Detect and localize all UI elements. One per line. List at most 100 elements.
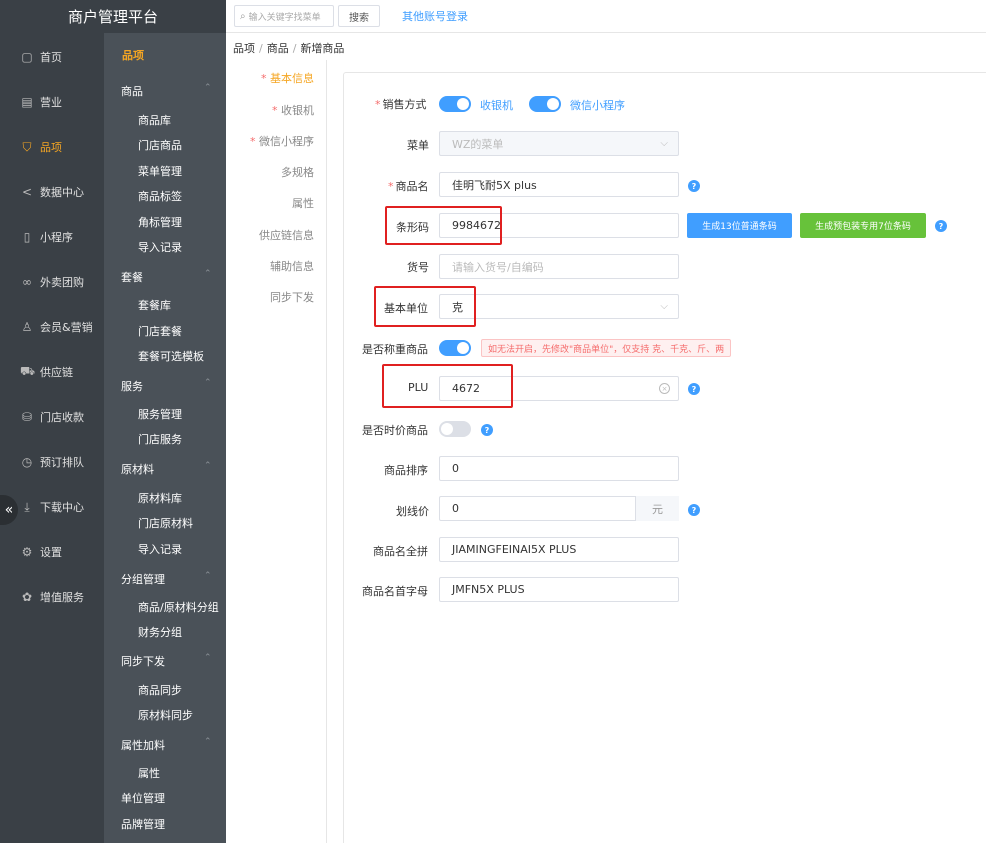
database-icon: ⛁ [21, 410, 33, 424]
strike-price-unit: 元 [635, 496, 679, 521]
menu-item-combo-library[interactable]: 套餐库 [138, 297, 171, 313]
double-chevron-left-icon: « [4, 502, 14, 518]
unit-highlight-box [374, 286, 476, 327]
tab-attributes[interactable]: 属性 [292, 195, 314, 211]
nav-item-miniprogram[interactable]: ▯ 小程序 [0, 217, 104, 257]
breadcrumb-new-goods: 新增商品 [300, 42, 345, 55]
menu-group-attributes[interactable]: 属性加料 [121, 737, 165, 753]
clock-icon: ◷ [21, 455, 33, 469]
menu-item-attributes[interactable]: 属性 [138, 765, 160, 781]
seasonal-price-switch[interactable] [439, 421, 471, 437]
menu-item-combo-template[interactable]: 套餐可选模板 [138, 348, 204, 364]
menu-item-material-import-records[interactable]: 导入记录 [138, 541, 182, 557]
menu-item-service-management[interactable]: 服务管理 [138, 406, 182, 422]
help-icon[interactable]: ? [688, 180, 700, 192]
nav-item-takeout[interactable]: ∞ 外卖团购 [0, 262, 104, 302]
pinyin-input[interactable]: JIAMINGFEINAI5X PLUS [439, 537, 679, 562]
help-icon[interactable]: ? [688, 504, 700, 516]
nav-item-home[interactable]: ▢ 首页 [0, 37, 104, 77]
chevron-up-icon: ⌃ [204, 737, 212, 747]
menu-item-store-combo[interactable]: 门店套餐 [138, 323, 182, 339]
chevron-up-icon: ⌃ [204, 269, 212, 279]
phone-icon: ▯ [23, 230, 31, 244]
goods-name-input[interactable]: 佳明飞耐5X plus [439, 172, 679, 197]
menu-item-goods-material-groups[interactable]: 商品/原材料分组 [138, 599, 219, 615]
gear-icon: ⚙ [21, 545, 33, 559]
nav-item-items[interactable]: ⛉ 品项 [0, 127, 104, 167]
nav-item-members[interactable]: ♙ 会员&营销 [0, 307, 104, 347]
menu-item-material-sync[interactable]: 原材料同步 [138, 707, 193, 723]
bike-icon: ∞ [22, 275, 32, 289]
gift-icon: ✿ [21, 590, 33, 604]
menu-item-import-records[interactable]: 导入记录 [138, 239, 182, 255]
nav-item-value-added[interactable]: ✿ 增值服务 [0, 577, 104, 617]
breadcrumb-goods[interactable]: 商品 [267, 42, 289, 55]
menu-search-placeholder: 输入关键字找菜单 [248, 12, 321, 23]
menu-item-store-goods[interactable]: 门店商品 [138, 137, 182, 153]
menu-item-unit-management[interactable]: 单位管理 [121, 790, 165, 806]
generate-13-digit-barcode-button[interactable]: 生成13位普通条码 [687, 213, 792, 238]
menu-group-service[interactable]: 服务 [121, 378, 143, 394]
file-icon: ▢ [21, 50, 33, 64]
menu-group-goods[interactable]: 商品 [121, 83, 143, 99]
menu-group-grouping[interactable]: 分组管理 [121, 571, 165, 587]
weighed-warning-tip: 如无法开启，先修改"商品单位"，仅支持 克、千克、斤、两 [481, 339, 732, 357]
user-icon: ♙ [21, 320, 33, 334]
sales-wechat-switch[interactable] [529, 96, 561, 112]
tab-basic-info[interactable]: * 基本信息 [261, 70, 314, 86]
menu-search-button[interactable]: 搜索 [338, 5, 380, 27]
tab-multi-spec[interactable]: 多规格 [281, 164, 314, 180]
chevron-up-icon: ⌃ [204, 378, 212, 388]
menu-item-goods-sync[interactable]: 商品同步 [138, 682, 182, 698]
tab-supply-chain[interactable]: 供应链信息 [259, 227, 314, 243]
tab-pos[interactable]: * 收银机 [272, 102, 314, 118]
chevron-up-icon: ⌃ [204, 461, 212, 471]
menu-item-goods-library[interactable]: 商品库 [138, 112, 171, 128]
menu-search-input[interactable]: ⌕ 输入关键字找菜单 [234, 5, 334, 27]
nav-item-reservations[interactable]: ◷ 预订排队 [0, 442, 104, 482]
initials-input[interactable]: JMFN5X PLUS [439, 577, 679, 602]
nav-item-settings[interactable]: ⚙ 设置 [0, 532, 104, 572]
menu-item-finance-groups[interactable]: 财务分组 [138, 624, 182, 640]
sku-input[interactable]: 请输入货号/自编码 [439, 254, 679, 279]
help-icon[interactable]: ? [935, 220, 947, 232]
weighed-switch[interactable] [439, 340, 471, 356]
generate-7-digit-barcode-button[interactable]: 生成预包装专用7位条码 [800, 213, 926, 238]
nav-item-supply-chain[interactable]: ⛟ 供应链 [0, 352, 104, 392]
sales-mode-label: * 销售方式 [375, 98, 427, 111]
calendar-icon: ▤ [21, 95, 33, 109]
menu-item-brand-management[interactable]: 品牌管理 [121, 816, 165, 832]
menu-group-combo[interactable]: 套餐 [121, 269, 143, 285]
tab-wechat-miniprogram[interactable]: * 微信小程序 [250, 133, 314, 149]
clear-icon: × [659, 383, 670, 394]
breadcrumb-items[interactable]: 品项 [233, 42, 255, 55]
pinyin-label: 商品名全拼 [373, 545, 428, 558]
menu-group-materials[interactable]: 原材料 [121, 461, 154, 477]
menu-item-menu-management[interactable]: 菜单管理 [138, 163, 182, 179]
menu-item-goods-tags[interactable]: 商品标签 [138, 188, 182, 204]
menu-item-badge-management[interactable]: 角标管理 [138, 214, 182, 230]
chevron-up-icon: ⌃ [204, 83, 212, 93]
brand-title: 商户管理平台 [0, 0, 226, 33]
nav-item-data-center[interactable]: < 数据中心 [0, 172, 104, 212]
share-icon: < [21, 185, 33, 199]
help-icon[interactable]: ? [481, 424, 493, 436]
menu-item-store-service[interactable]: 门店服务 [138, 431, 182, 447]
menu-select: WZ的菜单 ⌵ [439, 131, 679, 156]
menu-group-sync[interactable]: 同步下发 [121, 653, 165, 669]
menu-item-material-library[interactable]: 原材料库 [138, 490, 182, 506]
help-icon[interactable]: ? [688, 383, 700, 395]
nav-item-business[interactable]: ▤ 营业 [0, 82, 104, 122]
other-account-login-link[interactable]: 其他账号登录 [402, 8, 468, 24]
menu-item-store-materials[interactable]: 门店原材料 [138, 515, 193, 531]
truck-icon: ⛟ [20, 364, 36, 378]
download-icon: ⤓ [24, 499, 30, 514]
sales-pos-switch[interactable] [439, 96, 471, 112]
nav-item-payments[interactable]: ⛁ 门店收款 [0, 397, 104, 437]
secondary-sidebar-title: 品项 [122, 49, 144, 62]
sort-input[interactable]: 0 [439, 456, 679, 481]
tab-aux-info[interactable]: 辅助信息 [270, 258, 314, 274]
sales-wechat-label: 微信小程序 [570, 99, 625, 112]
seasonal-price-label: 是否时价商品 [362, 424, 428, 437]
tab-sync[interactable]: 同步下发 [270, 289, 314, 305]
